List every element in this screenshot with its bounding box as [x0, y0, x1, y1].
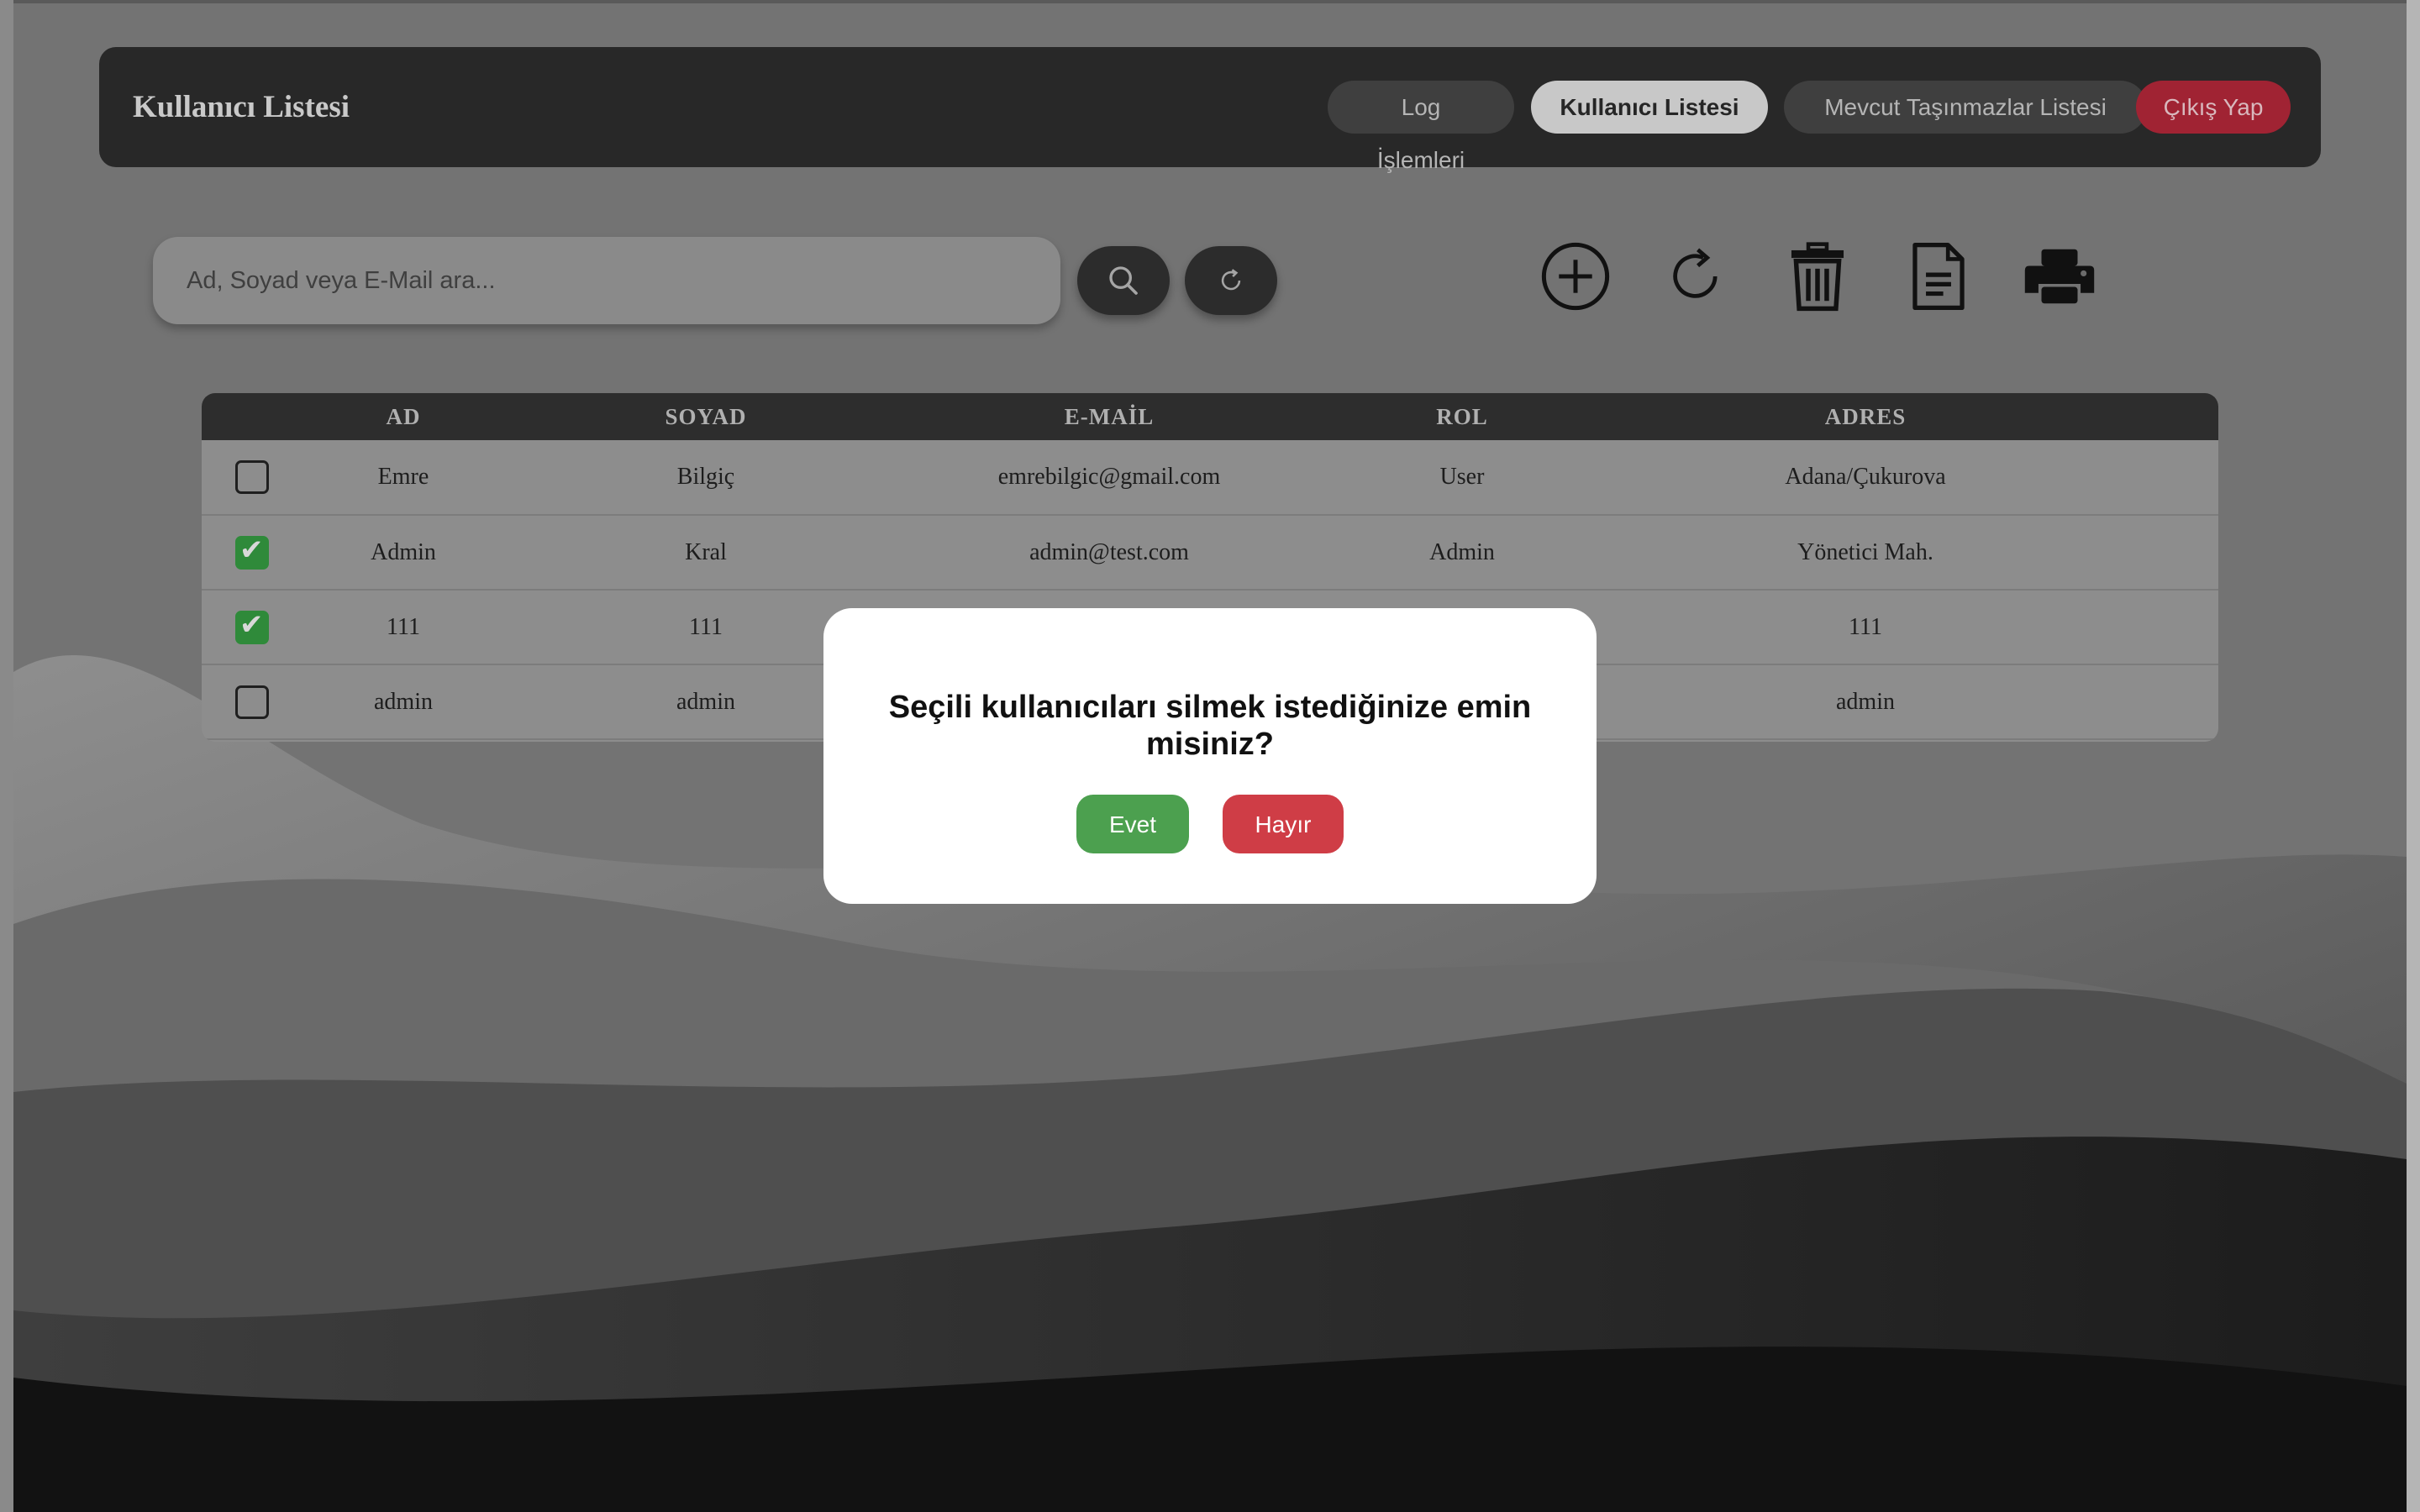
delete-button[interactable] — [1778, 237, 1857, 316]
cell-ad: Admin — [371, 538, 436, 565]
nav-log-islemleri-button[interactable]: Log İşlemleri — [1328, 81, 1514, 173]
nav-kullanici-listesi-button[interactable]: Kullanıcı Listesi — [1531, 81, 1768, 134]
cell-adres: admin — [1836, 688, 1895, 715]
table-header-row: AD SOYAD E-MAİL ROL ADRES — [202, 393, 2218, 440]
top-navbar: Kullanıcı Listesi Log İşlemleri Kullanıc… — [99, 47, 2321, 173]
reload-button[interactable] — [1657, 237, 1736, 316]
reset-search-button[interactable] — [1185, 246, 1277, 315]
reload-icon — [1673, 248, 1718, 298]
cell-adres: Adana/Çukurova — [1785, 464, 1946, 490]
header-rol: ROL — [1436, 403, 1488, 429]
cell-ad: admin — [374, 688, 433, 715]
header-soyad: SOYAD — [665, 403, 747, 429]
logout-button[interactable]: Çıkış Yap — [2136, 81, 2291, 134]
cell-email: admin@test.com — [1029, 538, 1189, 565]
cell-rol: User — [1439, 464, 1485, 490]
row-checkbox[interactable] — [235, 685, 269, 719]
search-icon — [1109, 266, 1138, 295]
search-button[interactable] — [1077, 246, 1170, 315]
header-select — [202, 393, 302, 440]
nav-tasinmazlar-button[interactable]: Mevcut Taşınmazlar Listesi — [1784, 81, 2147, 134]
row-checkbox[interactable] — [235, 460, 269, 494]
row-checkbox[interactable] — [235, 533, 269, 570]
search-box — [153, 237, 1060, 324]
cell-adres: Yönetici Mah. — [1797, 538, 1933, 565]
header-email: E-MAİL — [1064, 403, 1155, 429]
trash-icon — [1791, 242, 1844, 312]
dialog-message: Seçili kullanıcıları silmek istediğinize… — [888, 690, 1532, 762]
cell-rol: Admin — [1429, 538, 1495, 565]
search-input[interactable] — [153, 237, 1060, 324]
add-circle-icon — [1541, 242, 1610, 311]
page-title: Kullanıcı Listesi — [133, 90, 350, 124]
add-user-button[interactable] — [1536, 237, 1615, 316]
cell-adres: 111 — [1849, 613, 1882, 640]
confirm-no-button[interactable]: Hayır — [1223, 795, 1344, 853]
header-adres: ADRES — [1824, 403, 1907, 429]
cell-ad: 111 — [387, 613, 420, 640]
header-spacer — [2118, 393, 2218, 440]
refresh-icon — [1221, 269, 1241, 291]
report-button[interactable] — [1899, 237, 1978, 316]
cell-soyad: Bilgiç — [676, 464, 735, 490]
table-row[interactable]: Emre Bilgiç emrebilgic@gmail.com User Ad… — [202, 440, 2218, 515]
confirm-yes-button[interactable]: Evet — [1076, 795, 1189, 853]
print-button[interactable] — [2020, 237, 2099, 316]
cell-ad: Emre — [377, 464, 429, 490]
cell-soyad: Kral — [685, 538, 727, 565]
cell-email: emrebilgic@gmail.com — [997, 464, 1221, 490]
header-ad: AD — [386, 403, 421, 429]
table-row[interactable]: Admin Kral admin@test.com Admin Yönetici… — [202, 515, 2218, 590]
delete-confirmation-dialog: Seçili kullanıcıları silmek istediğinize… — [823, 608, 1597, 904]
row-checkbox[interactable] — [235, 608, 269, 644]
document-icon — [1912, 242, 1965, 311]
printer-icon — [2024, 249, 2095, 304]
